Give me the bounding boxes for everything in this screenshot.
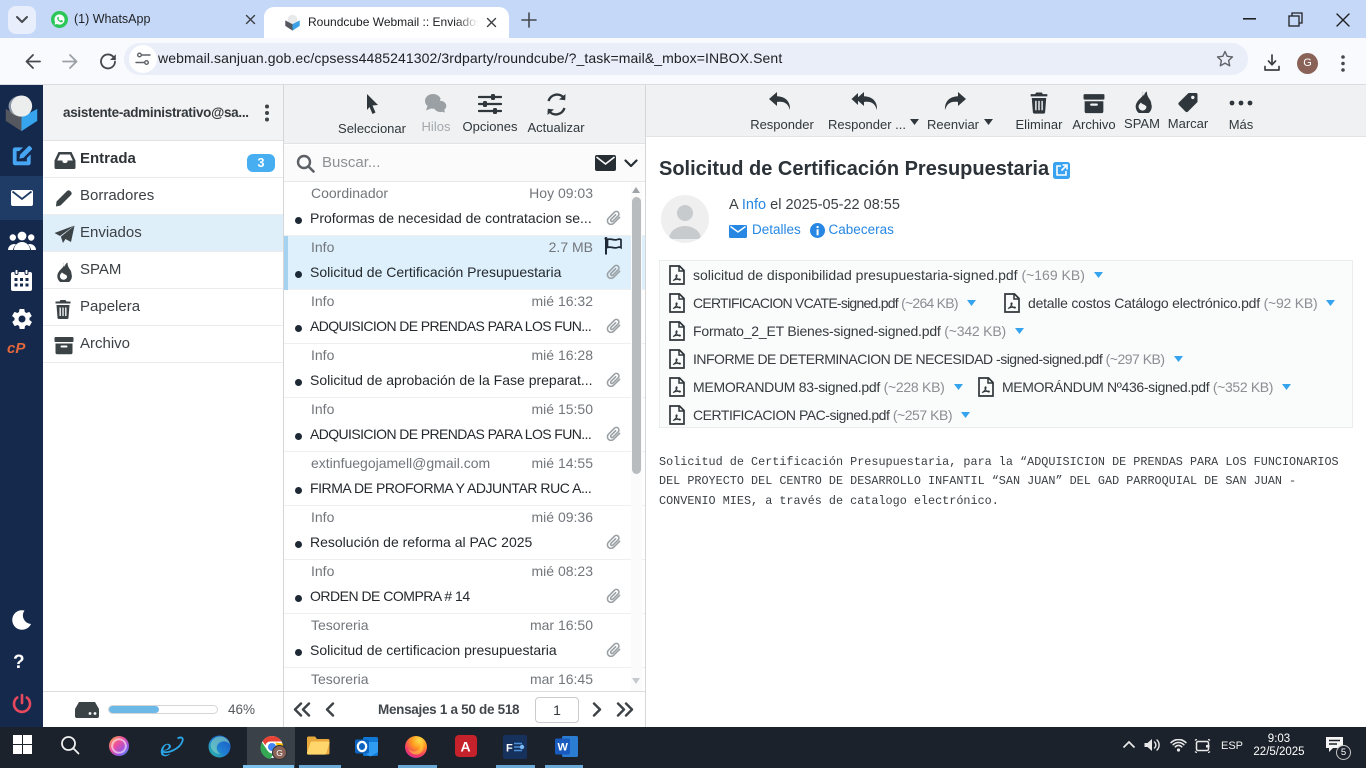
svg-text:F: F — [506, 743, 513, 755]
svg-text:A: A — [461, 739, 471, 755]
svg-text:W: W — [558, 742, 569, 754]
svg-text:e: e — [160, 735, 172, 759]
